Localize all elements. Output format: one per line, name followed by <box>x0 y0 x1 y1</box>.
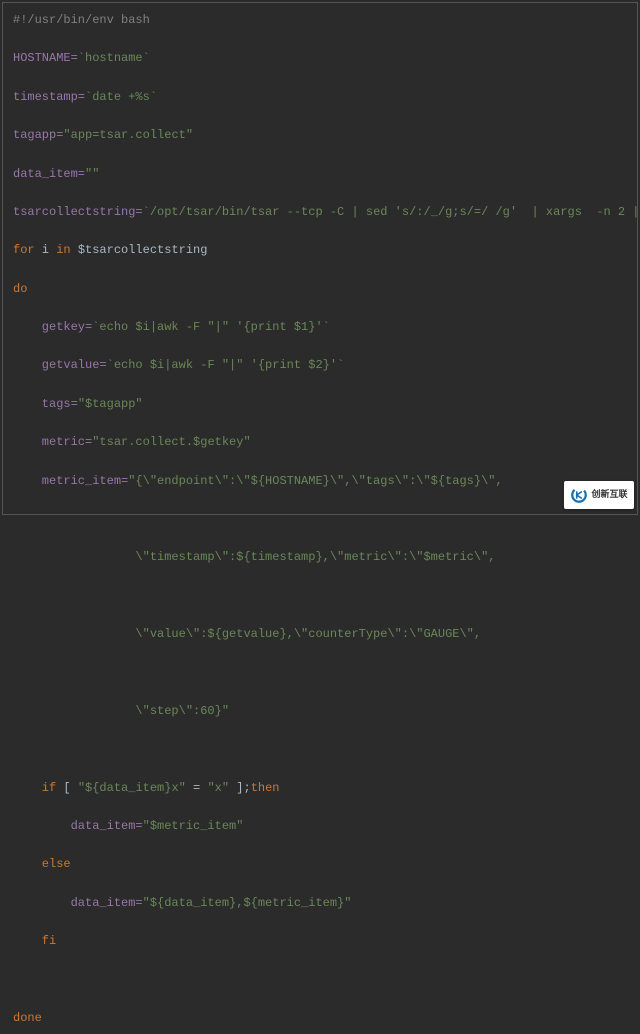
str-tags: "$tagapp" <box>78 397 143 411</box>
var-data-item-assign-2: data_item= <box>13 896 143 910</box>
var-getkey: getkey= <box>13 320 92 334</box>
if-bracket-close: ]; <box>229 781 251 795</box>
var-data-item-assign-1: data_item= <box>13 819 143 833</box>
str-data-item-2: "${data_item},${metric_item}" <box>143 896 352 910</box>
var-data-item: data_item= <box>13 167 85 181</box>
kw-then: then <box>251 781 280 795</box>
cmd-hostname: `hostname` <box>78 51 150 65</box>
code-editor: #!/usr/bin/env bash HOSTNAME=`hostname` … <box>2 2 638 515</box>
kw-fi: fi <box>13 934 56 948</box>
kw-done: done <box>13 1011 42 1025</box>
var-tags: tags= <box>13 397 78 411</box>
str-json-4: \"step\":60}" <box>13 704 229 718</box>
var-tagapp: tagapp= <box>13 128 63 142</box>
watermark-label: 创新互联 <box>591 490 627 500</box>
var-timestamp: timestamp= <box>13 90 85 104</box>
loop-var: i <box>35 243 57 257</box>
var-tsarcollectstring: tsarcollectstring= <box>13 205 143 219</box>
if-right: "x" <box>207 781 229 795</box>
cmd-date: `date +%s` <box>85 90 157 104</box>
kw-if: if <box>13 781 56 795</box>
kw-in: in <box>56 243 70 257</box>
kw-for: for <box>13 243 35 257</box>
kw-do: do <box>13 282 27 296</box>
loop-list: $tsarcollectstring <box>71 243 208 257</box>
var-getvalue: getvalue= <box>13 358 107 372</box>
cmd-getkey: `echo $i|awk -F "|" '{print $1}'` <box>92 320 330 334</box>
str-data-item-1: "$metric_item" <box>143 819 244 833</box>
var-metric-item: metric_item= <box>13 474 128 488</box>
cmd-tsar: `/opt/tsar/bin/tsar --tcp -C | sed 's/:/… <box>143 205 640 219</box>
var-metric: metric= <box>13 435 92 449</box>
str-metric: "tsar.collect.$getkey" <box>92 435 250 449</box>
kw-else: else <box>13 857 71 871</box>
if-left: "${data_item}x" <box>78 781 186 795</box>
str-json-3: \"value\":${getvalue},\"counterType\":\"… <box>13 627 481 641</box>
var-hostname: HOSTNAME= <box>13 51 78 65</box>
str-tagapp: "app=tsar.collect" <box>63 128 193 142</box>
code-block: #!/usr/bin/env bash HOSTNAME=`hostname` … <box>13 11 627 1034</box>
str-json-2: \"timestamp\":${timestamp},\"metric\":\"… <box>13 550 495 564</box>
if-bracket-open: [ <box>56 781 78 795</box>
str-empty: "" <box>85 167 99 181</box>
watermark-badge: 创新互联 <box>564 481 634 509</box>
cmd-getvalue: `echo $i|awk -F "|" '{print $2}'` <box>107 358 345 372</box>
str-json-1: "{\"endpoint\":\"${HOSTNAME}\",\"tags\":… <box>128 474 502 488</box>
if-eq: = <box>186 781 208 795</box>
shebang-line: #!/usr/bin/env bash <box>13 13 150 27</box>
watermark-logo-icon <box>570 486 588 504</box>
